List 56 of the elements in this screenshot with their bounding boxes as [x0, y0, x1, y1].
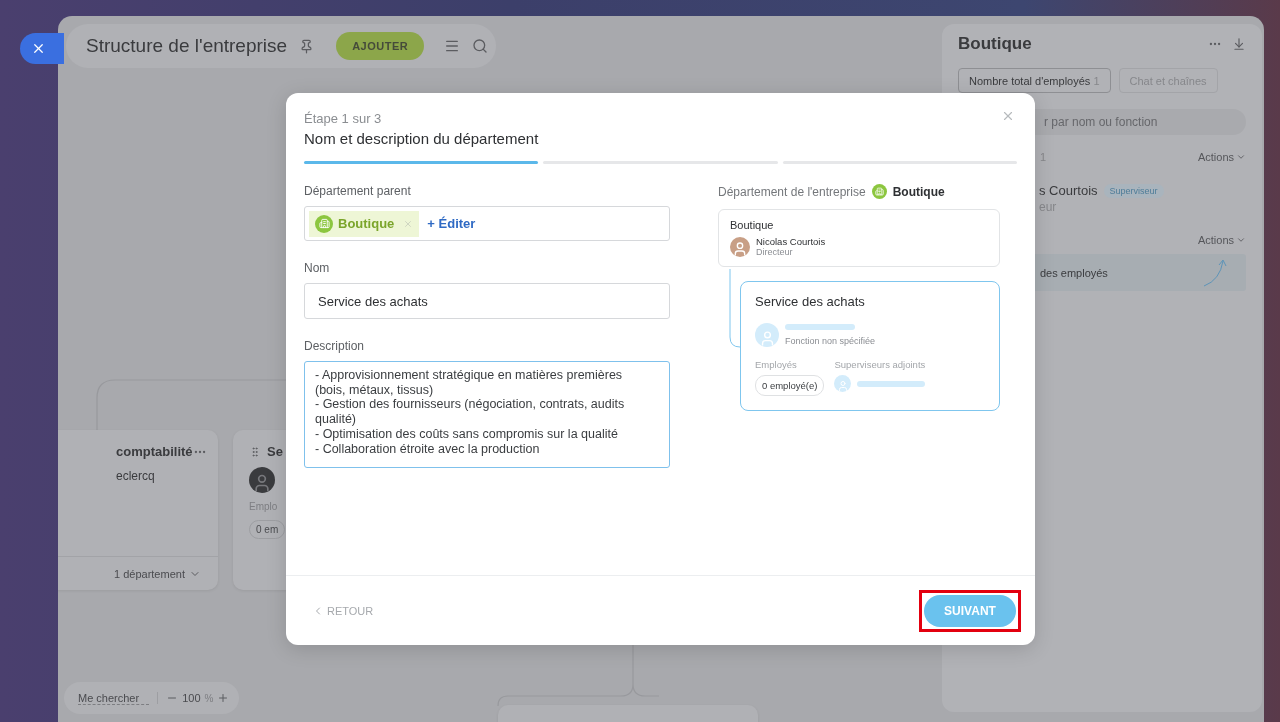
zoom-in-icon[interactable]: [217, 692, 230, 704]
employees-label: Employés: [755, 359, 798, 370]
department-title: comptabilité: [116, 444, 193, 459]
name-placeholder: [857, 380, 926, 387]
find-me-link[interactable]: Me chercher: [78, 691, 150, 705]
department-name: Boutique: [892, 184, 945, 199]
person-name: eclercq: [115, 468, 156, 483]
name-field[interactable]: Service des achats: [304, 283, 670, 319]
row-label: des employés: [1040, 266, 1108, 279]
field-label: Département parent: [304, 184, 411, 198]
close-icon[interactable]: [31, 41, 46, 56]
parent-department-field[interactable]: Boutique + Éditer: [304, 206, 670, 241]
avatar-placeholder: [755, 323, 779, 347]
close-icon[interactable]: [1001, 109, 1015, 123]
avatar: [249, 467, 275, 493]
edit-link[interactable]: + Éditer: [427, 216, 476, 231]
curved-arrow-icon: [1202, 257, 1228, 288]
name-placeholder: [785, 324, 855, 330]
caret-icon[interactable]: [1236, 235, 1246, 245]
step-indicator: Étape 1 sur 3: [304, 111, 382, 126]
back-button[interactable]: RETOUR: [312, 604, 374, 617]
dialog-title: Nom et description du département: [304, 130, 539, 147]
person-role: Directeur: [756, 247, 793, 257]
menu-icon[interactable]: [444, 38, 461, 54]
avatar: [730, 236, 750, 257]
employee-count: 0 employé(e): [755, 375, 825, 396]
percent-sign: %: [204, 692, 214, 704]
actions-dropdown[interactable]: Actions: [1197, 151, 1246, 163]
page-title: Structure de l'entreprise: [86, 35, 288, 57]
drag-handle-icon[interactable]: [249, 445, 261, 458]
field-label: Description: [304, 339, 365, 353]
add-button[interactable]: AJOUTER: [336, 32, 425, 60]
close-button[interactable]: [20, 33, 64, 64]
avatar-placeholder: [834, 375, 852, 392]
building-icon: [871, 184, 887, 199]
pin-icon[interactable]: [299, 38, 315, 54]
zoom-level: 100: [182, 692, 201, 704]
department-title: Se: [267, 444, 283, 459]
search-icon[interactable]: [472, 38, 489, 54]
role-badge: Superviseur: [1103, 183, 1164, 198]
actions-dropdown[interactable]: Actions: [1197, 234, 1246, 246]
person-name: s Courtois: [1039, 183, 1098, 198]
building-icon: [315, 214, 333, 233]
panel-title: Boutique: [958, 34, 1032, 54]
card-title: Boutique: [730, 219, 775, 231]
caret-icon[interactable]: [1236, 152, 1246, 162]
collapse-icon[interactable]: [1232, 37, 1246, 51]
deputies-label: Superviseurs adjoints: [834, 359, 926, 370]
preview-label: Département de l'entreprise: [718, 184, 866, 199]
card-title: Service des achats: [755, 294, 866, 309]
person-name: Nicolas Courtois: [756, 236, 826, 247]
field-label: Nom: [304, 261, 330, 275]
department-tag: Boutique: [309, 210, 420, 237]
description-field[interactable]: - Approvisionnement stratégique en matières premières (bois, métaux, tissus) - Gestion des fournisseurs (négociation, contrats, audits qualité) - Optimisation des coûts sans compromis sur la qualité - Collaboration étroite avec la production: [304, 361, 670, 468]
person-role: Fonction non spécifiée: [785, 336, 876, 346]
subdepartments-link[interactable]: 1 département: [114, 567, 185, 580]
